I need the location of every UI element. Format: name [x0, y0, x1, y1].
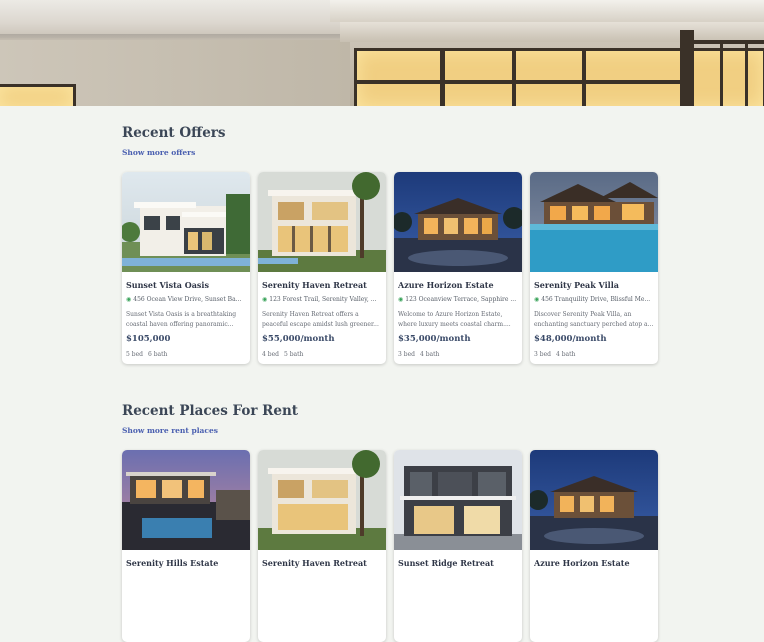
property-card[interactable]: Azure Horizon Estate ◉ 123 Oceanview Terr…	[394, 172, 522, 364]
property-address: ◉ 123 Forest Trail, Serenity Valley, ...	[262, 296, 382, 303]
bath-count: 6 bath	[147, 351, 168, 358]
property-description: Welcome to Azure Horizon Estate, where lu…	[398, 310, 518, 330]
property-address: ◉ 456 Tranquility Drive, Blissful Me...	[534, 296, 654, 303]
property-name: Sunset Ridge Retreat	[398, 558, 494, 568]
property-specs: 4 bed 5 bath	[262, 351, 303, 358]
property-name: Serenity Haven Retreat	[262, 280, 367, 290]
map-pin-icon: ◉	[398, 296, 404, 303]
property-address-text: 456 Tranquility Drive, Blissful Me...	[541, 296, 651, 303]
property-description: Serenity Haven Retreat offers a peaceful …	[262, 310, 382, 330]
property-description-line2: coastal haven offering panoramic...	[126, 321, 234, 328]
property-address-text: 123 Oceanview Terrace, Sapphire ...	[405, 296, 517, 303]
property-name: Serenity Haven Retreat	[262, 558, 367, 568]
section-title-recent-offers: Recent Offers	[122, 125, 226, 141]
property-specs: 5 bed 6 bath	[126, 351, 167, 358]
property-specs: 3 bed 4 bath	[534, 351, 575, 358]
show-more-rent-link[interactable]: Show more rent places	[122, 426, 218, 435]
property-address: ◉ 456 Ocean View Drive, Sunset Ba...	[126, 296, 246, 303]
property-name: Sunset Vista Oasis	[126, 280, 209, 290]
property-photo	[258, 450, 386, 550]
bed-count: 3 bed	[398, 351, 415, 358]
bath-count: 4 bath	[555, 351, 576, 358]
property-description-line1: Discover Serenity Peak Villa, an	[534, 311, 632, 318]
property-address-text: 123 Forest Trail, Serenity Valley, ...	[269, 296, 377, 303]
property-name: Serenity Peak Villa	[534, 280, 619, 290]
property-description-line2: peaceful escape amidst lush greener...	[262, 321, 379, 328]
bed-count: 4 bed	[262, 351, 279, 358]
property-card[interactable]: Serenity Haven Retreat ◉ 123 Forest Trail…	[258, 172, 386, 364]
bed-count: 5 bed	[126, 351, 143, 358]
property-card[interactable]: Serenity Peak Villa ◉ 456 Tranquility Dri…	[530, 172, 658, 364]
hero-banner-image	[0, 0, 764, 106]
property-price: $55,000/month	[262, 334, 335, 344]
bed-count: 3 bed	[534, 351, 551, 358]
property-card[interactable]: Sunset Ridge Retreat	[394, 450, 522, 642]
property-description-line1: Serenity Haven Retreat offers a	[262, 311, 359, 318]
property-name: Serenity Hills Estate	[126, 558, 219, 568]
property-price: $105,000	[126, 334, 171, 344]
map-pin-icon: ◉	[262, 296, 268, 303]
property-specs: 3 bed 4 bath	[398, 351, 439, 358]
property-description: Discover Serenity Peak Villa, an enchanti…	[534, 310, 654, 330]
property-photo	[530, 450, 658, 550]
property-description-line2: enchanting sanctuary perched atop a...	[534, 321, 654, 328]
property-address: ◉ 123 Oceanview Terrace, Sapphire ...	[398, 296, 518, 303]
property-price: $48,000/month	[534, 334, 607, 344]
property-address-text: 456 Ocean View Drive, Sunset Ba...	[133, 296, 242, 303]
property-photo	[122, 172, 250, 272]
map-pin-icon: ◉	[534, 296, 540, 303]
bath-count: 5 bath	[283, 351, 304, 358]
property-name: Azure Horizon Estate	[534, 558, 630, 568]
property-photo	[258, 172, 386, 272]
property-description: Sunset Vista Oasis is a breathtaking coas…	[126, 310, 246, 330]
map-pin-icon: ◉	[126, 296, 132, 303]
property-photo	[394, 450, 522, 550]
property-photo	[394, 172, 522, 272]
property-photo	[122, 450, 250, 550]
property-name: Azure Horizon Estate	[398, 280, 494, 290]
property-photo	[530, 172, 658, 272]
property-card[interactable]: Azure Horizon Estate	[530, 450, 658, 642]
property-card[interactable]: Sunset Vista Oasis ◉ 456 Ocean View Drive…	[122, 172, 250, 364]
section-title-recent-rent: Recent Places For Rent	[122, 403, 299, 419]
property-description-line1: Sunset Vista Oasis is a breathtaking	[126, 311, 237, 318]
property-card[interactable]: Serenity Hills Estate	[122, 450, 250, 642]
property-card[interactable]: Serenity Haven Retreat	[258, 450, 386, 642]
show-more-offers-link[interactable]: Show more offers	[122, 148, 195, 157]
property-description-line1: Welcome to Azure Horizon Estate,	[398, 311, 503, 318]
property-price: $35,000/month	[398, 334, 471, 344]
bath-count: 4 bath	[419, 351, 440, 358]
property-description-line2: where luxury meets coastal charm....	[398, 321, 511, 328]
